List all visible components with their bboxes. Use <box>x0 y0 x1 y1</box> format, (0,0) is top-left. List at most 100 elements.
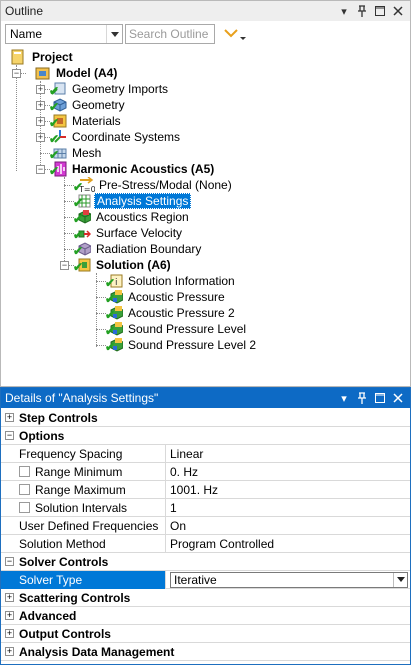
tree-connector <box>96 273 97 347</box>
solver-type-select[interactable]: Iterative <box>170 571 408 588</box>
expand-toggle[interactable]: + <box>5 629 14 638</box>
expand-toggle[interactable]: + <box>36 133 45 142</box>
expand-toggle[interactable]: + <box>5 593 14 602</box>
expand-toggle[interactable]: + <box>5 413 14 422</box>
category-step-controls[interactable]: + Step Controls <box>1 409 410 427</box>
analysis-settings-icon: ✔ <box>73 193 91 210</box>
outline-panel: Outline ▾ Name Search Outline − + + + + … <box>0 0 411 387</box>
check-icon: ✔ <box>73 180 84 194</box>
property-row-solution-method[interactable]: Solution Method Program Controlled <box>1 534 410 553</box>
collapse-toggle[interactable]: − <box>5 557 14 566</box>
property-key: Frequency Spacing <box>1 444 166 463</box>
geometry-imports-icon: ✔ <box>49 81 67 98</box>
expand-toggle[interactable]: + <box>5 647 14 656</box>
tree-item-surface-velocity[interactable]: ✔ Surface Velocity <box>73 225 184 242</box>
category-label: Analysis Data Management <box>19 644 175 659</box>
tree-item-acoustics-region[interactable]: ✔ Acoustics Region <box>73 209 191 226</box>
search-options-button[interactable] <box>221 24 249 44</box>
tree-item-acoustic-pressure-2[interactable]: ✔ Acoustic Pressure 2 <box>105 305 237 322</box>
property-row-frequency-spacing[interactable]: Frequency Spacing Linear <box>1 444 410 463</box>
expand-toggle[interactable]: + <box>36 85 45 94</box>
tree-item-solution-information[interactable]: i ✔ Solution Information <box>105 273 237 290</box>
category-label: Step Controls <box>19 410 98 425</box>
category-advanced[interactable]: + Advanced <box>1 607 410 625</box>
category-solver-controls[interactable]: − Solver Controls <box>1 553 410 571</box>
tree-item-acoustic-pressure[interactable]: ✔ Acoustic Pressure <box>105 289 227 306</box>
tree-item-materials[interactable]: ✔ Materials <box>49 113 123 130</box>
property-value[interactable]: Program Controlled <box>166 535 410 553</box>
check-icon: ✔ <box>73 228 84 242</box>
expand-toggle[interactable]: + <box>36 117 45 126</box>
category-options[interactable]: − Options <box>1 427 410 445</box>
property-value[interactable]: 0. Hz <box>166 463 410 481</box>
check-icon: ✔ <box>49 100 60 114</box>
check-icon: ✔ <box>73 260 84 274</box>
tree-item-project[interactable]: Project <box>11 49 75 65</box>
details-grid: + Step Controls − Options Frequency Spac… <box>1 409 410 661</box>
result-icon: ✔ <box>105 305 124 322</box>
tree-item-radiation-boundary[interactable]: ✔ Radiation Boundary <box>73 241 203 258</box>
property-value[interactable]: On <box>166 517 410 535</box>
harmonic-acoustics-icon: ✔ <box>49 161 67 178</box>
parameter-checkbox[interactable] <box>19 484 30 495</box>
maximize-icon[interactable] <box>374 4 386 18</box>
category-scattering-controls[interactable]: + Scattering Controls <box>1 589 410 607</box>
pin-icon[interactable] <box>356 4 368 18</box>
tree-item-geometry-imports[interactable]: ✔ Geometry Imports <box>49 81 170 98</box>
collapse-toggle[interactable]: − <box>60 261 69 270</box>
property-row-range-maximum[interactable]: Range Maximum 1001. Hz <box>1 480 410 499</box>
tree-item-label: Acoustic Pressure 2 <box>128 306 235 320</box>
tree-item-coordinate-systems[interactable]: ✔ Coordinate Systems <box>49 129 182 146</box>
collapse-toggle[interactable]: − <box>36 165 45 174</box>
expand-toggle[interactable]: + <box>36 101 45 110</box>
tree-item-label: Pre-Stress/Modal (None) <box>99 178 232 192</box>
outline-tree: − + + + + − − Project Model (A4) ✔ Geome… <box>1 47 410 382</box>
tree-item-mesh[interactable]: ✔ Mesh <box>49 145 103 162</box>
search-outline-input[interactable] <box>125 24 215 44</box>
coordinate-systems-icon: ✔ <box>49 129 67 146</box>
outline-title-bar: Outline ▾ <box>1 1 410 21</box>
tree-item-analysis-settings[interactable]: ✔ Analysis Settings <box>73 193 192 210</box>
category-label: Solver Controls <box>19 554 109 569</box>
property-row-solution-intervals[interactable]: Solution Intervals 1 <box>1 498 410 517</box>
property-row-range-minimum[interactable]: Range Minimum 0. Hz <box>1 462 410 481</box>
result-icon: ✔ <box>105 289 124 306</box>
tree-item-sound-pressure-level[interactable]: ✔ Sound Pressure Level <box>105 321 248 338</box>
category-analysis-data-management[interactable]: + Analysis Data Management <box>1 643 410 661</box>
tree-item-label: Acoustic Pressure <box>128 290 225 304</box>
close-icon[interactable] <box>392 391 404 405</box>
property-row-solver-type[interactable]: Solver Type Iterative <box>1 570 410 589</box>
property-key-cell: Solution Intervals <box>1 498 166 517</box>
chevron-down-icon[interactable] <box>106 25 122 43</box>
expand-toggle[interactable]: + <box>5 611 14 620</box>
category-label: Advanced <box>19 608 77 623</box>
tree-item-geometry[interactable]: ✔ Geometry <box>49 97 127 114</box>
collapse-toggle[interactable]: − <box>12 69 21 78</box>
result-icon: ✔ <box>105 337 124 354</box>
property-value[interactable]: 1 <box>166 499 410 517</box>
property-row-user-defined-frequencies[interactable]: User Defined Frequencies On <box>1 516 410 535</box>
category-output-controls[interactable]: + Output Controls <box>1 625 410 643</box>
tree-item-harmonic-acoustics[interactable]: ✔ Harmonic Acoustics (A5) <box>49 161 216 178</box>
tree-item-model[interactable]: Model (A4) <box>35 65 119 81</box>
property-value[interactable]: 1001. Hz <box>166 481 410 499</box>
outline-filter-combo[interactable]: Name <box>5 24 123 44</box>
property-value[interactable]: Linear <box>166 445 410 463</box>
property-key: Solution Intervals <box>35 500 128 515</box>
close-icon[interactable] <box>392 4 404 18</box>
tree-item-sound-pressure-level-2[interactable]: ✔ Sound Pressure Level 2 <box>105 337 258 354</box>
solver-type-value: Iterative <box>174 572 217 587</box>
tree-item-prestress-modal[interactable]: T=0 ✔ Pre-Stress/Modal (None) <box>73 176 234 194</box>
parameter-checkbox[interactable] <box>19 466 30 477</box>
parameter-checkbox[interactable] <box>19 502 30 513</box>
pin-icon[interactable] <box>356 391 368 405</box>
tree-item-label: Geometry <box>72 98 125 112</box>
chevron-down-icon[interactable] <box>393 572 407 587</box>
tree-item-solution[interactable]: ✔ Solution (A6) <box>73 257 173 274</box>
collapse-toggle[interactable]: − <box>5 431 14 440</box>
maximize-icon[interactable] <box>374 391 386 405</box>
svg-text:i: i <box>115 278 118 288</box>
panel-menu-icon[interactable]: ▾ <box>338 391 350 405</box>
panel-menu-icon[interactable]: ▾ <box>338 4 350 18</box>
tree-item-label: Solution (A6) <box>96 258 171 272</box>
